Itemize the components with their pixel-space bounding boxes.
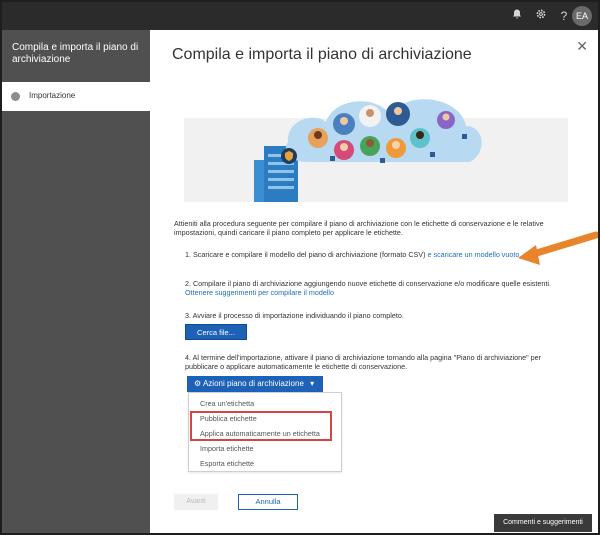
step3-text: 3. Avviare il processo di importazione i… bbox=[185, 311, 404, 320]
menu-item-export-labels[interactable]: Esporta etichette bbox=[200, 459, 254, 468]
cancel-button[interactable]: Annulla bbox=[238, 494, 298, 510]
menu-item-create-label[interactable]: Crea un'etichetta bbox=[200, 399, 254, 408]
sidebar-item-importazione[interactable]: Importazione bbox=[2, 82, 150, 111]
illustration bbox=[184, 99, 568, 202]
gear-icon[interactable] bbox=[532, 7, 550, 25]
top-bar: ? EA bbox=[2, 2, 598, 30]
next-button[interactable]: Avanti bbox=[174, 494, 218, 510]
highlight-box bbox=[190, 411, 332, 441]
step1-text: 1. Scaricare e compilare il modello del … bbox=[185, 250, 426, 259]
app-frame: ? EA Compila e importa il piano di archi… bbox=[0, 0, 600, 535]
menu-item-import-labels[interactable]: Importa etichette bbox=[200, 444, 254, 453]
main-panel: ✕ Compila e importa il piano di archivia… bbox=[150, 30, 598, 533]
close-icon[interactable]: ✕ bbox=[576, 38, 588, 55]
avatar[interactable]: EA bbox=[572, 6, 592, 26]
step2: 2. Compilare il piano di archiviazione a… bbox=[185, 279, 570, 297]
bell-icon[interactable] bbox=[508, 7, 526, 25]
chevron-down-icon: ▾ bbox=[310, 379, 315, 388]
file-plan-actions-button[interactable]: ⚙ Azioni piano di archiviazione ▾ bbox=[187, 376, 323, 392]
help-icon[interactable]: ? bbox=[555, 7, 573, 25]
sidebar-item-label: Importazione bbox=[29, 91, 76, 100]
download-template-link[interactable]: e scaricare un modello vuoto bbox=[428, 250, 520, 259]
feedback-button[interactable]: Commenti e suggerimenti bbox=[494, 514, 592, 532]
bell-icon-glyph bbox=[513, 9, 521, 19]
page-title: Compila e importa il piano di archiviazi… bbox=[172, 46, 472, 63]
sidebar: Compila e importa il piano di archiviazi… bbox=[2, 30, 150, 533]
tips-link[interactable]: Ottenere suggerimenti per compilare il m… bbox=[185, 288, 570, 297]
browse-file-button[interactable]: Cerca file... bbox=[185, 324, 247, 340]
step2-text: 2. Compilare il piano di archiviazione a… bbox=[185, 279, 551, 288]
gear-icon: ⚙ bbox=[194, 379, 202, 388]
gear-icon-glyph bbox=[536, 9, 546, 19]
step-indicator-icon bbox=[11, 92, 20, 101]
sidebar-title: Compila e importa il piano di archiviazi… bbox=[12, 42, 139, 65]
step1: 1. Scaricare e compilare il modello del … bbox=[185, 250, 525, 259]
actions-button-label: Azioni piano di archiviazione bbox=[202, 379, 304, 388]
pointer-arrow-icon bbox=[518, 231, 598, 265]
step4-text: 4. Al termine dell'importazione, attivar… bbox=[185, 353, 542, 371]
